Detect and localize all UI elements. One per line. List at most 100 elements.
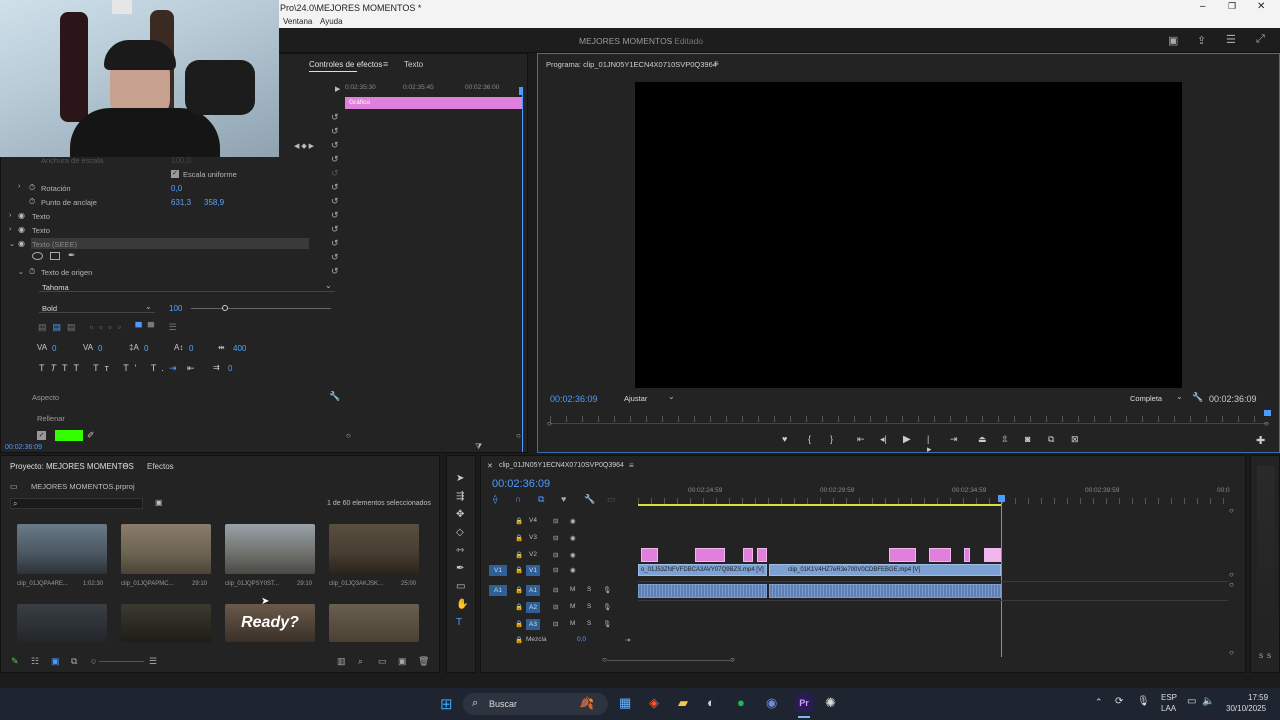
lock-icon[interactable]: 🔒 <box>515 566 523 574</box>
step-back-icon[interactable]: ◂| <box>880 434 887 445</box>
ripple-edit-tool-icon[interactable]: ✥ <box>456 506 468 524</box>
rotation-value[interactable]: 0,0 <box>171 184 182 193</box>
scroll-handle-icon[interactable]: ○ <box>1229 580 1234 589</box>
program-video-frame[interactable] <box>635 82 1182 388</box>
scroll-handle-icon[interactable]: ○ <box>1229 648 1234 657</box>
timeline-timecode[interactable]: 00:02:36:09 <box>492 478 550 490</box>
lock-icon[interactable]: 🔒 <box>515 603 523 611</box>
program-scrub-line[interactable] <box>550 423 1268 424</box>
track-label[interactable]: A2 <box>526 602 540 613</box>
discord-icon[interactable]: ◉ <box>766 695 777 711</box>
project-item[interactable]: clip_01JQPA4RE... 1:02:30 <box>17 524 107 587</box>
maximize-icon[interactable]: ❐ <box>1228 1 1236 12</box>
find-icon[interactable]: ⌕ <box>358 656 363 667</box>
align-buttons[interactable]: ▤▤▤ ▫▫▫▫ ▀▀ ☰ <box>38 322 183 333</box>
font-size-value[interactable]: 100 <box>169 304 182 313</box>
sync-lock-icon[interactable]: ⊟ <box>553 551 558 559</box>
input-language[interactable]: ESP <box>1161 693 1177 702</box>
graphic-clip[interactable] <box>641 548 658 562</box>
share-icon[interactable]: ⇪ <box>1197 34 1206 47</box>
mute-button[interactable]: M <box>570 620 575 627</box>
lock-icon[interactable]: 🔒 <box>515 534 523 542</box>
reset-icon[interactable]: ↺ <box>331 126 341 140</box>
rect-mask-icon[interactable] <box>50 252 60 260</box>
stopwatch-icon[interactable]: ⏱ <box>29 183 35 193</box>
meter-label-left[interactable]: S <box>1259 654 1263 660</box>
mute-button[interactable]: M <box>570 586 575 593</box>
expand-icon[interactable]: › <box>9 212 11 219</box>
tab-effect-controls[interactable]: Controles de efectos <box>309 60 382 69</box>
reset-icon[interactable]: ↺ <box>331 182 341 196</box>
collapse-icon[interactable]: ⌄ <box>9 240 15 248</box>
pen-tool-icon[interactable]: ✒ <box>456 560 468 578</box>
reset-icon[interactable]: ↺ <box>331 238 341 252</box>
solo-button[interactable]: S <box>587 603 591 610</box>
graphic-clip[interactable] <box>964 548 970 562</box>
program-monitor-title[interactable]: Programa: clip_01JN05Y1ECN4X0710SVP0Q396… <box>546 60 717 69</box>
source-patch-a1[interactable]: A1 <box>489 585 507 596</box>
eye-icon[interactable]: ◉ <box>570 566 576 574</box>
spotify-icon[interactable]: ● <box>737 695 745 710</box>
add-button-icon[interactable]: ✚ <box>1256 434 1265 447</box>
keyframe-nav-icon[interactable]: ◀ ◆ ▶ <box>294 142 314 150</box>
compare-icon[interactable]: ⧉ <box>1048 434 1054 445</box>
go-to-end-icon[interactable]: ⇥ <box>625 636 630 644</box>
pencil-icon[interactable]: ✎ <box>11 656 19 667</box>
file-explorer-icon[interactable]: ▰ <box>678 695 688 711</box>
sync-lock-icon[interactable]: ⊟ <box>553 620 558 628</box>
mic-icon[interactable]: 🎙 <box>603 620 611 628</box>
scroll-handle-icon[interactable]: ○ <box>547 419 552 428</box>
layer-text-3[interactable]: Texto (SEEE) <box>32 240 77 249</box>
leading-value[interactable]: 0 <box>144 344 148 353</box>
panel-menu-icon[interactable]: ≡ <box>383 59 388 69</box>
tab-project[interactable]: Proyecto: MEJORES MOMENTOS <box>10 462 134 471</box>
reset-icon[interactable]: ↺ <box>331 112 341 126</box>
sort-icon[interactable]: ☰ <box>149 656 157 667</box>
new-bin-icon[interactable]: ▣ <box>155 498 163 507</box>
fill-color-swatch[interactable] <box>55 430 83 441</box>
solo-button[interactable]: S <box>587 620 591 627</box>
font-style-dropdown[interactable]: Bold ⌄ <box>39 302 155 313</box>
text-style-buttons[interactable]: TTTT Tт T' T. <box>39 363 170 373</box>
solo-button[interactable]: S <box>587 586 591 593</box>
project-search-input[interactable]: ⌕ <box>10 498 143 509</box>
chevron-up-icon[interactable]: ⌃ <box>1095 697 1103 708</box>
fullscreen-icon[interactable]: ⤢ <box>1256 33 1265 46</box>
tab-effects[interactable]: Efectos <box>147 462 174 471</box>
reset-icon[interactable]: ↺ <box>331 210 341 224</box>
automate-icon[interactable]: ▥ <box>337 656 346 667</box>
project-item[interactable] <box>121 604 211 642</box>
scroll-handle-icon[interactable]: ○ <box>1264 419 1269 428</box>
graphic-clip-selected[interactable] <box>984 548 1001 562</box>
eye-icon[interactable]: ◉ <box>18 239 25 248</box>
reset-icon[interactable]: ↺ <box>331 168 341 182</box>
scroll-handle-icon[interactable]: ○ <box>346 431 351 440</box>
extract-icon[interactable]: ⇫ <box>1001 434 1009 445</box>
pen-mask-icon[interactable]: ✒ <box>68 250 76 261</box>
marker-icon[interactable]: ♥ <box>782 434 787 444</box>
sequence-tab[interactable]: clip_01JN05Y1ECN4X0710SVP0Q3964 <box>499 462 624 469</box>
go-to-out-icon[interactable]: ⇥ <box>950 434 958 445</box>
lock-icon[interactable]: 🔒 <box>515 636 523 644</box>
track-label[interactable]: A3 <box>526 619 540 630</box>
sync-lock-icon[interactable]: ⊟ <box>553 534 558 542</box>
slip-tool-icon[interactable]: ⇿ <box>456 542 468 560</box>
settings-wrench-icon[interactable]: 🔧 <box>584 494 595 505</box>
premiere-icon[interactable]: Pr <box>795 694 813 712</box>
sync-lock-icon[interactable]: ⊟ <box>553 603 558 611</box>
lock-icon[interactable]: 🔒 <box>515 586 523 594</box>
play-only-icon[interactable]: ▶ <box>335 85 340 93</box>
eye-icon[interactable]: ◉ <box>570 551 576 559</box>
clip-thumbnail[interactable] <box>17 524 107 574</box>
graphic-clip-bar[interactable]: Gráfico <box>345 97 523 109</box>
audio-clip-1[interactable] <box>638 584 767 598</box>
volume-icon[interactable]: 🔈 <box>1202 696 1214 707</box>
taskbar-search[interactable]: ⌕ Buscar 🍂 <box>463 693 608 715</box>
meter-label-right[interactable]: S <box>1267 654 1271 660</box>
scroll-handle-icon[interactable]: ○ <box>1229 570 1234 579</box>
ltr-icon[interactable]: ⇥ <box>169 363 177 374</box>
clip-thumbnail[interactable] <box>329 604 419 642</box>
list-view-icon[interactable]: ☷ <box>31 656 39 667</box>
filter-icon[interactable]: ⧩ <box>475 442 482 452</box>
mute-button[interactable]: M <box>570 603 575 610</box>
